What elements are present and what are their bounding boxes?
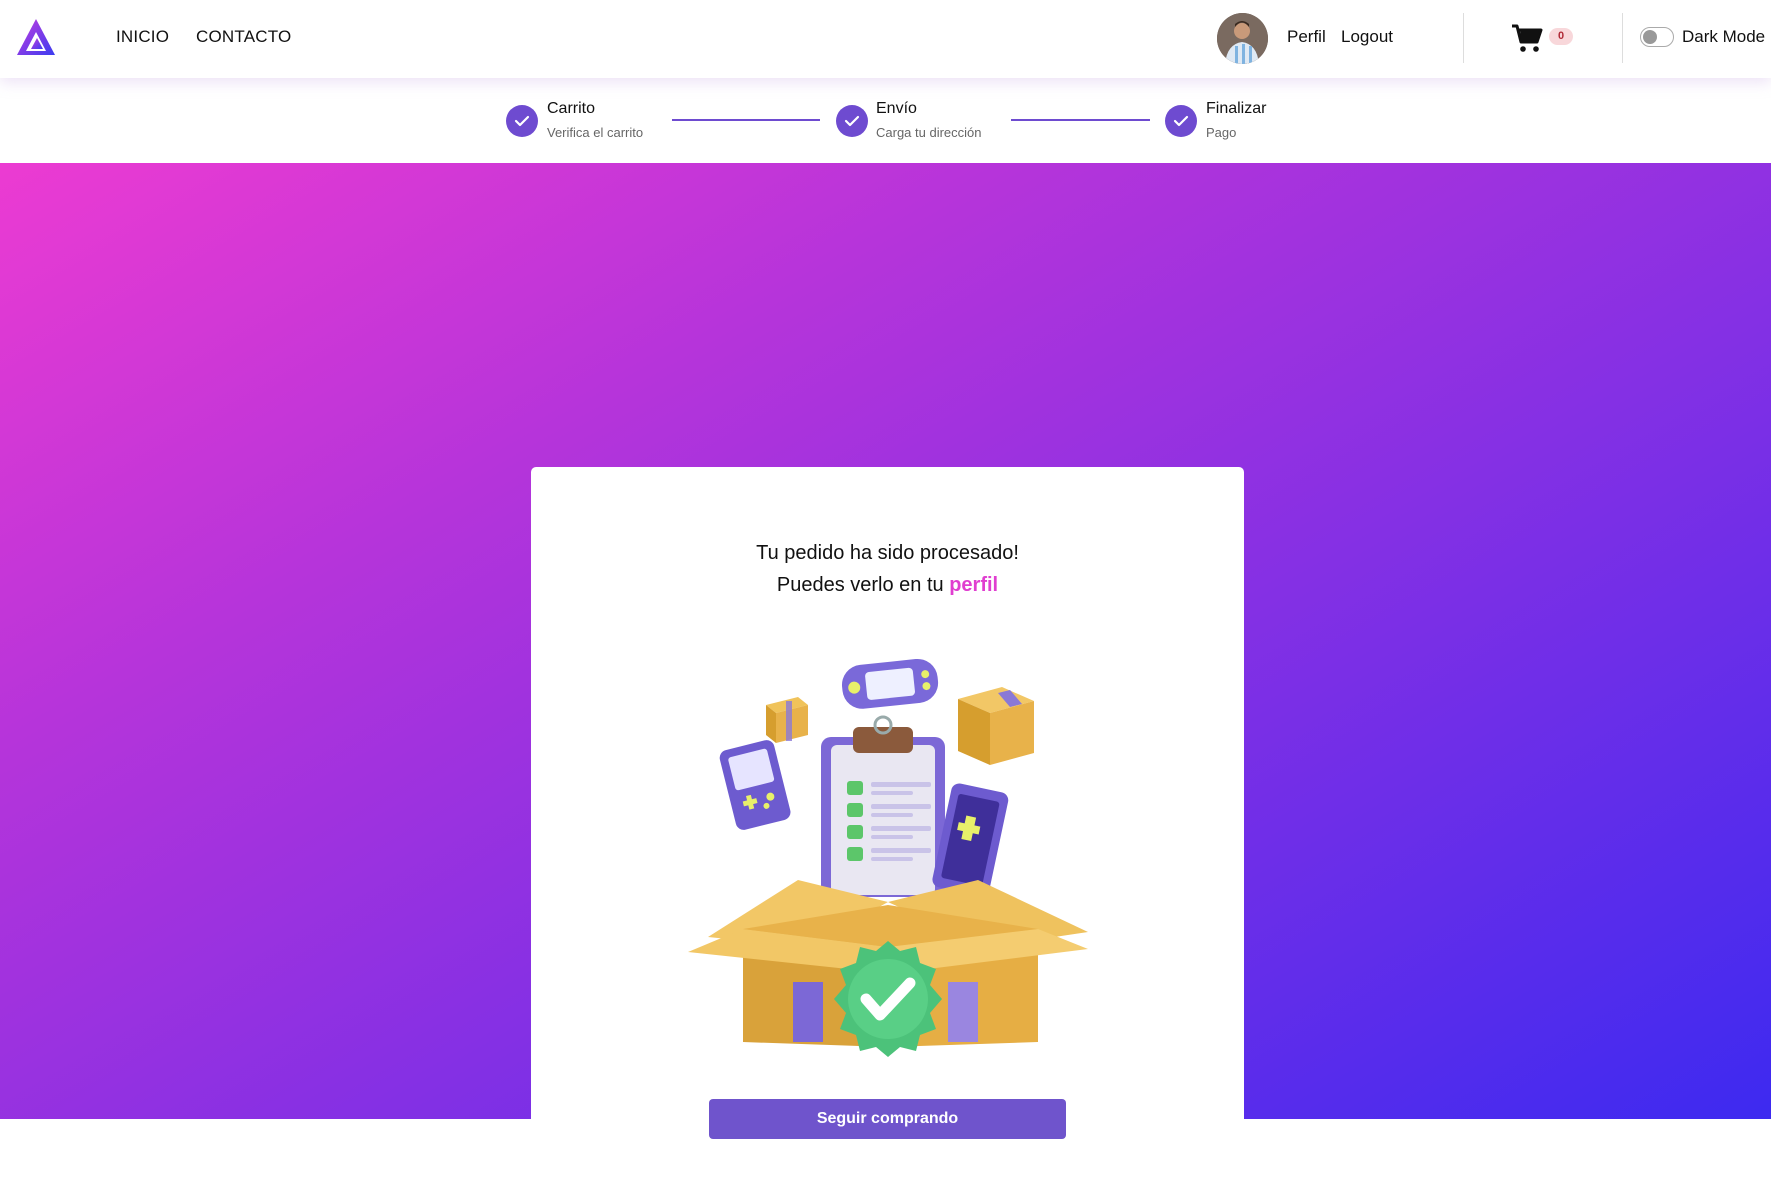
confirmation-message: Tu pedido ha sido procesado!	[756, 542, 1019, 564]
check-icon	[506, 105, 538, 137]
cart-count-badge: 0	[1549, 28, 1573, 45]
nav-link-inicio[interactable]: INICIO	[116, 27, 169, 47]
order-confirmation-card: Tu pedido ha sido procesado! Puedes verl…	[531, 467, 1244, 1198]
step-title-finalizar: Finalizar	[1206, 100, 1267, 117]
avatar[interactable]	[1217, 13, 1268, 64]
profile-hint-text: Puedes verlo en tu	[776, 574, 950, 596]
logout-link[interactable]: Logout	[1341, 27, 1393, 47]
toggle-knob	[1643, 30, 1657, 44]
checkout-stepper: Carrito Verifica el carrito Envío Carga …	[0, 78, 1771, 163]
step-title-envio: Envío	[876, 100, 917, 117]
order-box-illustration-icon	[688, 658, 1088, 1057]
perfil-link[interactable]: Perfil	[1287, 27, 1326, 47]
dark-mode-toggle[interactable]	[1640, 27, 1674, 47]
profile-hint: Puedes verlo en tu perfil	[531, 574, 1244, 597]
step-title-carrito: Carrito	[547, 100, 596, 117]
navbar: INICIO CONTACTO Perfil Logout 0 Dark Mod…	[0, 0, 1771, 78]
triangle-logo-icon[interactable]	[16, 18, 56, 56]
check-icon	[836, 105, 868, 137]
check-icon	[1165, 105, 1197, 137]
step-subtitle-finalizar: Pago	[1206, 125, 1237, 140]
step-connector	[1011, 119, 1150, 121]
nav-link-contacto[interactable]: CONTACTO	[196, 27, 291, 47]
continue-shopping-button[interactable]: Seguir comprando	[709, 1099, 1066, 1139]
shopping-cart-icon[interactable]	[1511, 23, 1543, 53]
profile-link[interactable]: perfil	[949, 574, 998, 596]
step-subtitle-envio: Carga tu dirección	[876, 125, 982, 140]
divider	[1622, 13, 1623, 63]
step-subtitle-carrito: Verifica el carrito	[547, 125, 644, 140]
divider	[1463, 13, 1464, 63]
avatar-image	[1217, 13, 1268, 64]
dark-mode-label: Dark Mode	[1682, 27, 1766, 46]
hero-background: Tu pedido ha sido procesado! Puedes verl…	[0, 163, 1771, 1198]
step-connector	[672, 119, 820, 121]
